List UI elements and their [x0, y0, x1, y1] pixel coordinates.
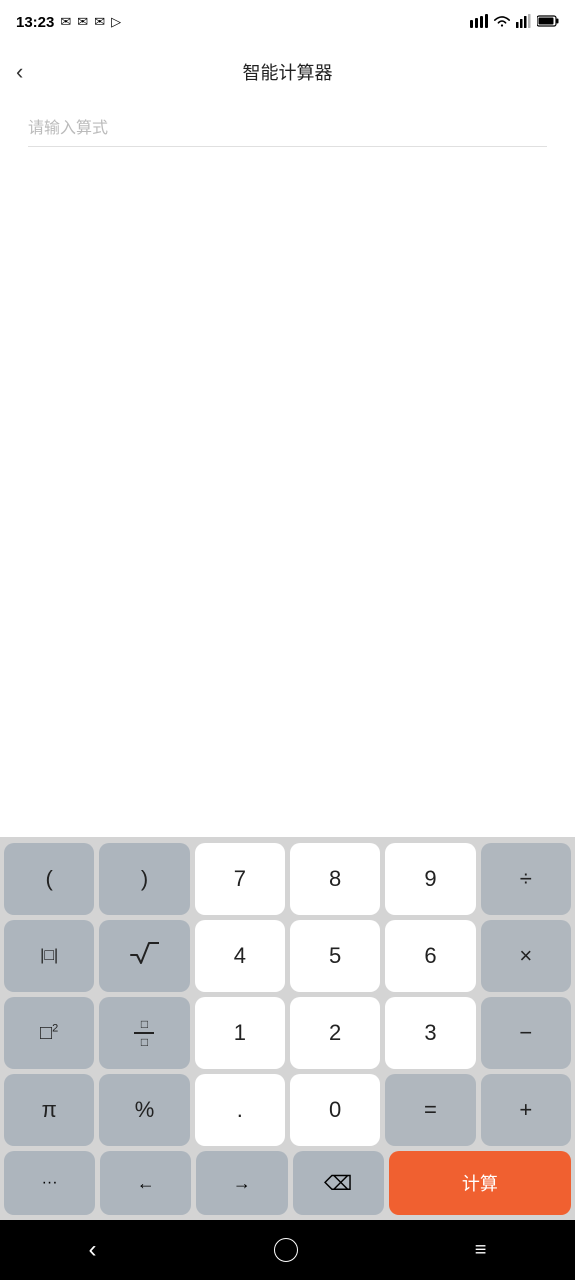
- key-row-4: π % . 0 = +: [4, 1074, 571, 1146]
- nav-menu-icon[interactable]: ≡: [475, 1239, 487, 1262]
- keyboard: ( ) 7 8 9 ÷ |□| 4 5 6 × □2 □: [0, 837, 575, 1220]
- key-left[interactable]: ←: [100, 1151, 191, 1215]
- key-pi[interactable]: π: [4, 1074, 94, 1146]
- key-right[interactable]: →: [196, 1151, 287, 1215]
- abs-symbol: |□|: [40, 947, 58, 965]
- back-button[interactable]: ‹: [16, 59, 23, 85]
- mail-icon-1: ✉: [60, 14, 71, 30]
- status-time: 13:23: [16, 14, 54, 31]
- input-area: [0, 100, 575, 837]
- key-minus[interactable]: −: [481, 997, 571, 1069]
- key-backspace[interactable]: ⌫: [293, 1151, 384, 1215]
- key-close-paren[interactable]: ): [99, 843, 189, 915]
- key-6[interactable]: 6: [385, 920, 475, 992]
- key-0[interactable]: 0: [290, 1074, 380, 1146]
- key-9[interactable]: 9: [385, 843, 475, 915]
- key-multiply[interactable]: ×: [481, 920, 571, 992]
- battery-icon: [537, 15, 559, 30]
- mail-icon-3: ✉: [94, 14, 105, 30]
- key-3[interactable]: 3: [385, 997, 475, 1069]
- action-row: ··· ← → ⌫ 计算: [4, 1151, 571, 1215]
- formula-input[interactable]: [28, 116, 547, 147]
- key-percent[interactable]: %: [99, 1074, 189, 1146]
- mail-icon-2: ✉: [77, 14, 88, 30]
- header: ‹ 智能计算器: [0, 44, 575, 100]
- cellular-icon: [516, 14, 532, 31]
- play-icon: ▷: [111, 14, 121, 30]
- key-7[interactable]: 7: [195, 843, 285, 915]
- key-row-2: |□| 4 5 6 ×: [4, 920, 571, 992]
- key-calculate[interactable]: 计算: [389, 1151, 571, 1215]
- key-plus[interactable]: +: [481, 1074, 571, 1146]
- nav-home-icon[interactable]: [274, 1238, 298, 1262]
- page-title: 智能计算器: [243, 59, 333, 85]
- power-symbol: □2: [40, 1022, 58, 1045]
- key-dot[interactable]: .: [195, 1074, 285, 1146]
- key-power[interactable]: □2: [4, 997, 94, 1069]
- key-fraction[interactable]: □ □: [99, 997, 189, 1069]
- status-right-icons: [470, 14, 559, 31]
- sqrt-symbol: [129, 939, 159, 973]
- fraction-symbol: □ □: [134, 1018, 154, 1048]
- nav-back-icon[interactable]: ‹: [89, 1236, 97, 1264]
- key-sqrt[interactable]: [99, 920, 189, 992]
- status-left: 13:23 ✉ ✉ ✉ ▷: [16, 14, 121, 31]
- key-row-1: ( ) 7 8 9 ÷: [4, 843, 571, 915]
- key-4[interactable]: 4: [195, 920, 285, 992]
- key-abs[interactable]: |□|: [4, 920, 94, 992]
- key-more[interactable]: ···: [4, 1151, 95, 1215]
- signal-icon: [470, 14, 488, 31]
- key-8[interactable]: 8: [290, 843, 380, 915]
- wifi-icon: [493, 14, 511, 31]
- nav-bar: ‹ ≡: [0, 1220, 575, 1280]
- key-1[interactable]: 1: [195, 997, 285, 1069]
- key-equals[interactable]: =: [385, 1074, 475, 1146]
- key-divide[interactable]: ÷: [481, 843, 571, 915]
- key-2[interactable]: 2: [290, 997, 380, 1069]
- key-5[interactable]: 5: [290, 920, 380, 992]
- status-bar: 13:23 ✉ ✉ ✉ ▷: [0, 0, 575, 44]
- key-open-paren[interactable]: (: [4, 843, 94, 915]
- key-row-3: □2 □ □ 1 2 3 −: [4, 997, 571, 1069]
